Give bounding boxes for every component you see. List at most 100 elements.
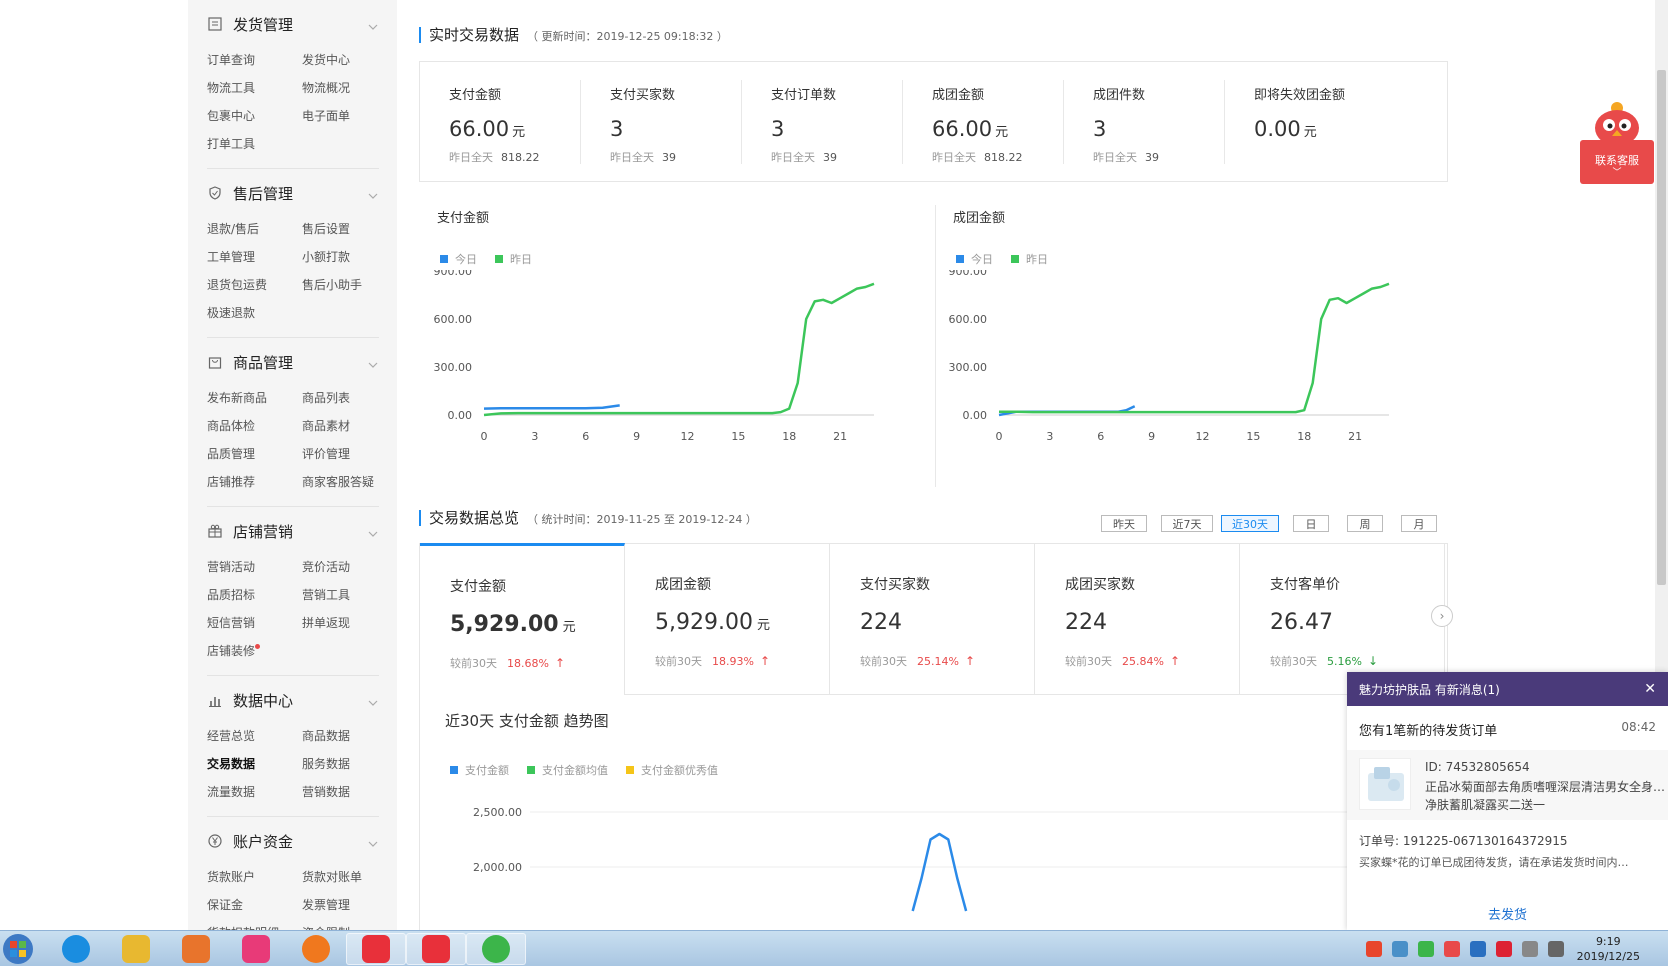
period-button[interactable]: 月 xyxy=(1401,515,1437,532)
sidebar-item[interactable]: 经营总览 xyxy=(207,722,302,750)
sidebar-item[interactable]: 发布新商品 xyxy=(207,384,302,412)
taskbar-app-pinduoduo[interactable] xyxy=(346,933,406,965)
taskbar-app-pinduoduo-merchant[interactable] xyxy=(406,933,466,965)
start-button[interactable] xyxy=(0,932,36,966)
sidebar-section-header[interactable]: 店铺营销 xyxy=(207,507,379,553)
legend-item-today[interactable]: 今日 xyxy=(440,251,477,267)
period-button[interactable]: 昨天 xyxy=(1101,515,1147,532)
overview-card[interactable]: 支付金额 5,929.00 元较前30天 18.68% ↑ xyxy=(420,543,625,695)
sidebar-item[interactable]: 竞价活动 xyxy=(302,553,397,581)
sidebar-item[interactable]: 流量数据 xyxy=(207,778,302,806)
taskbar-app-meitu[interactable] xyxy=(226,933,286,965)
sidebar-item[interactable]: 商品数据 xyxy=(302,722,397,750)
sidebar-item[interactable]: 货款账户 xyxy=(207,863,302,891)
taskbar-app-ie[interactable] xyxy=(46,933,106,965)
overview-card-label: 支付客单价 xyxy=(1270,577,1340,593)
sidebar-item[interactable]: 店铺推荐 xyxy=(207,468,302,496)
sidebar-item[interactable]: 营销活动 xyxy=(207,553,302,581)
chevron-down-icon[interactable] xyxy=(367,356,379,368)
close-icon[interactable]: ✕ xyxy=(1644,681,1656,697)
sidebar-item[interactable]: 极速退款 xyxy=(207,299,302,327)
volume-icon[interactable] xyxy=(1547,941,1564,957)
sidebar-item[interactable]: 货款扣款明细 xyxy=(207,919,302,930)
sidebar-item[interactable]: 打单工具 xyxy=(207,130,302,158)
taskbar-app-wechat[interactable] xyxy=(466,933,526,965)
metric-label: 支付订单数 xyxy=(771,88,837,103)
sidebar-item[interactable]: 营销数据 xyxy=(302,778,397,806)
pinduoduo-tray-icon[interactable] xyxy=(1443,941,1460,957)
legend-item-today[interactable]: 今日 xyxy=(956,251,993,267)
next-cards-button[interactable]: › xyxy=(1431,605,1453,627)
sidebar-item[interactable]: 发货中心 xyxy=(302,46,397,74)
sidebar-item[interactable]: 电子面单 xyxy=(302,102,397,130)
sidebar-item[interactable]: 货款对账单 xyxy=(302,863,397,891)
sidebar-item[interactable]: 服务数据 xyxy=(302,750,397,778)
sidebar-item[interactable]: 商品体检 xyxy=(207,412,302,440)
chevron-down-icon[interactable] xyxy=(367,525,379,537)
sidebar-item[interactable]: 商家客服答疑 xyxy=(302,468,397,496)
arrow-up-icon: ↑ xyxy=(554,656,566,670)
notification-product[interactable]: ID: 74532805654 正品冰菊面部去角质嗜喱深层清洁男女全身…净肤蓄肌… xyxy=(1347,750,1668,820)
sidebar-item[interactable]: 包裹中心 xyxy=(207,102,302,130)
sidebar-item[interactable]: 保证金 xyxy=(207,891,302,919)
legend-item-pay-amount-excellent[interactable]: 支付金额优秀值 xyxy=(626,762,718,778)
sidebar-section-header[interactable]: 商品管理 xyxy=(207,338,379,384)
sidebar-item[interactable]: 订单查询 xyxy=(207,46,302,74)
sidebar-section-title: 售后管理 xyxy=(233,184,294,203)
ship-now-link[interactable]: 去发货 xyxy=(1347,904,1668,923)
sidebar-item[interactable]: 商品列表 xyxy=(302,384,397,412)
sidebar-item[interactable]: 小额打款 xyxy=(302,243,397,271)
chevron-down-icon[interactable] xyxy=(367,694,379,706)
taskbar-app-media[interactable] xyxy=(166,933,226,965)
sidebar-item[interactable]: 品质招标 xyxy=(207,581,302,609)
period-button[interactable]: 日 xyxy=(1293,515,1329,532)
sidebar-item[interactable]: 退款/售后 xyxy=(207,215,302,243)
sidebar-item[interactable]: 物流工具 xyxy=(207,74,302,102)
chevron-down-icon[interactable] xyxy=(367,187,379,199)
sidebar-item[interactable]: 商品素材 xyxy=(302,412,397,440)
scrollbar-thumb[interactable] xyxy=(1657,70,1666,585)
antivirus-icon[interactable] xyxy=(1495,941,1512,957)
chevron-down-icon[interactable] xyxy=(367,835,379,847)
sidebar-item[interactable]: 评价管理 xyxy=(302,440,397,468)
chevron-down-icon[interactable] xyxy=(367,18,379,30)
sidebar-item[interactable]: 品质管理 xyxy=(207,440,302,468)
sidebar-section-header[interactable]: 数据中心 xyxy=(207,676,379,722)
sidebar-item[interactable]: 售后设置 xyxy=(302,215,397,243)
sidebar-item[interactable]: 营销工具 xyxy=(302,581,397,609)
wechat-tray-icon[interactable] xyxy=(1417,941,1434,957)
sidebar-section-header[interactable]: 账户资金 xyxy=(207,817,379,863)
security-icon[interactable] xyxy=(1469,941,1486,957)
customer-service-widget[interactable]: 联系客服 ﹀ xyxy=(1580,98,1654,188)
overview-card[interactable]: 支付买家数 224 较前30天 25.14% ↑ xyxy=(830,544,1035,694)
sidebar-item[interactable]: 退货包运费 xyxy=(207,271,302,299)
legend-item-pay-amount[interactable]: 支付金额 xyxy=(450,762,509,778)
overview-section-title: 交易数据总览 （ 统计时间：2019-11-25 至 2019-12-24 ） xyxy=(419,507,757,528)
taskbar-app-firefox[interactable] xyxy=(286,933,346,965)
sidebar-item[interactable]: 短信营销 xyxy=(207,609,302,637)
period-button[interactable]: 周 xyxy=(1347,515,1383,532)
sidebar-section-header[interactable]: 发货管理 xyxy=(207,0,379,46)
clock[interactable]: 9:19 2019/12/25 xyxy=(1577,934,1640,964)
overview-card[interactable]: 成团金额 5,929.00 元较前30天 18.93% ↑ xyxy=(625,544,830,694)
period-button[interactable]: 近30天 xyxy=(1221,515,1279,532)
legend-item-yesterday[interactable]: 昨日 xyxy=(495,251,532,267)
legend-item-pay-amount-avg[interactable]: 支付金额均值 xyxy=(527,762,608,778)
sidebar-item[interactable]: 物流概况 xyxy=(302,74,397,102)
legend-item-yesterday[interactable]: 昨日 xyxy=(1011,251,1048,267)
sidebar-item[interactable]: 工单管理 xyxy=(207,243,302,271)
sogou-icon[interactable] xyxy=(1365,941,1382,957)
cloud-icon[interactable] xyxy=(1391,941,1408,957)
sidebar-item[interactable]: 发票管理 xyxy=(302,891,397,919)
sidebar-item[interactable]: 店铺装修 xyxy=(207,637,302,665)
clock-date: 2019/12/25 xyxy=(1576,950,1640,963)
sidebar-item[interactable]: 售后小助手 xyxy=(302,271,397,299)
sidebar-item[interactable]: 拼单返现 xyxy=(302,609,397,637)
sidebar-section-header[interactable]: 售后管理 xyxy=(207,169,379,215)
network-icon[interactable] xyxy=(1521,941,1538,957)
period-button[interactable]: 近7天 xyxy=(1161,515,1213,532)
sidebar-item[interactable]: 资金限制 xyxy=(302,919,397,930)
taskbar-app-explorer[interactable] xyxy=(106,933,166,965)
sidebar-item[interactable]: 交易数据 xyxy=(207,750,302,778)
overview-card[interactable]: 成团买家数 224 较前30天 25.84% ↑ xyxy=(1035,544,1240,694)
